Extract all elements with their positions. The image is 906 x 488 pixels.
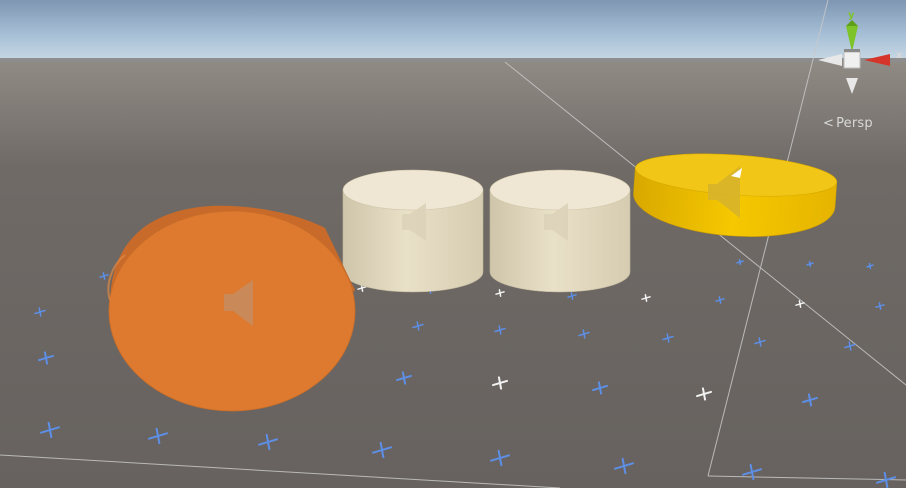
scene-view[interactable]: y x < Persp [0, 0, 906, 488]
cream-audio-cylinder-1[interactable] [342, 169, 484, 293]
orange-audio-cylinder[interactable] [107, 205, 356, 412]
y-axis-label: y [848, 10, 855, 21]
negative-x-cone[interactable] [818, 54, 842, 66]
sky [0, 0, 906, 62]
cream-audio-cylinder-2[interactable] [489, 169, 631, 293]
y-axis-cone[interactable]: y [846, 10, 858, 52]
gizmo-center-top [844, 49, 860, 52]
negative-y-cone[interactable] [846, 78, 858, 94]
orientation-gizmo[interactable]: y x [812, 8, 904, 100]
gizmo-center-cube[interactable] [843, 51, 861, 69]
x-axis-label: x [896, 50, 903, 61]
chevron-left-icon: < [823, 116, 835, 131]
projection-toggle[interactable]: < Persp [823, 116, 873, 131]
horizon-line [0, 58, 906, 62]
x-axis-cone[interactable]: x [864, 50, 903, 66]
scene-canvas[interactable] [0, 0, 906, 488]
projection-label: Persp [836, 116, 873, 131]
